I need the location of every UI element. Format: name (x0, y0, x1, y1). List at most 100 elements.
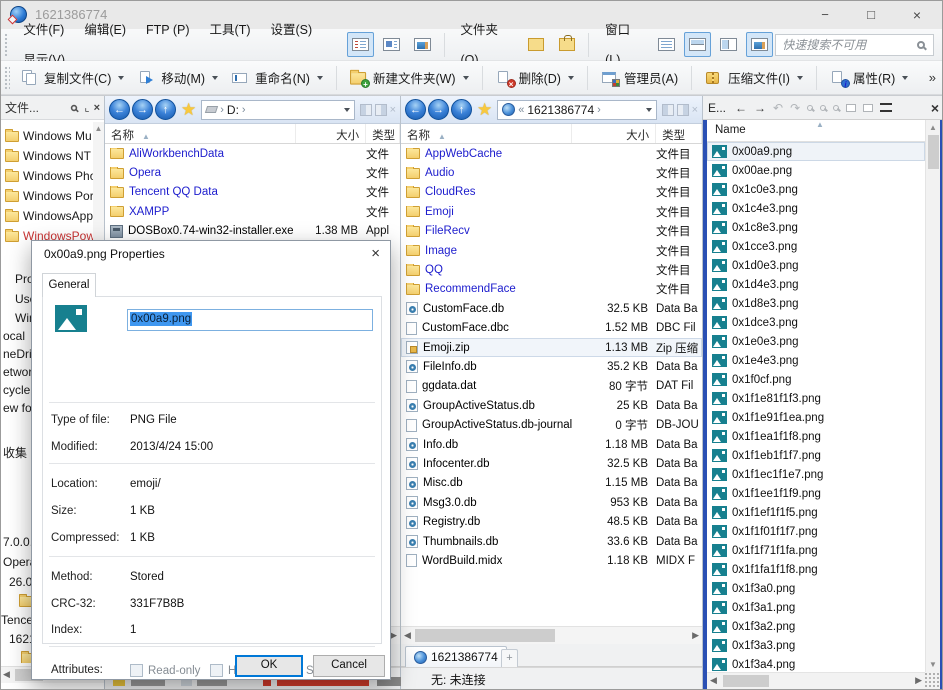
column-name[interactable]: 名称▲ (401, 124, 572, 143)
fit-window-icon[interactable] (846, 104, 856, 112)
file-row[interactable]: AppWebCache文件目 (401, 144, 702, 163)
file-row[interactable]: ggdata.dat80 字节DAT Fil (401, 377, 702, 396)
menu-icon[interactable] (880, 103, 892, 112)
menu-item-2[interactable]: FTP (P) (136, 23, 200, 37)
layout-preview-button[interactable] (746, 32, 773, 57)
image-list-item[interactable]: 0x1f1ef1f1f5.png (707, 503, 925, 522)
dropdown-arrow-icon[interactable] (463, 76, 469, 80)
close-panel-icon[interactable]: × (931, 101, 939, 115)
file-row[interactable]: Emoji文件目 (401, 202, 702, 221)
tree-item-fragment[interactable]: 收集 (3, 442, 27, 462)
image-list-item[interactable]: 0x1f1ea1f1f8.png (707, 427, 925, 446)
image-list-item[interactable]: 0x1f3a1.png (707, 598, 925, 617)
column-type[interactable]: 类型 (656, 124, 702, 143)
image-list-item[interactable]: 0x1d0e3.png (707, 256, 925, 275)
back-button[interactable]: ← (109, 99, 130, 120)
file-row[interactable]: FileRecv文件目 (401, 222, 702, 241)
image-list-item[interactable]: 0x1d4e3.png (707, 275, 925, 294)
menu-item-0[interactable]: 文件(F) (13, 23, 74, 37)
scrollbar-thumb[interactable] (415, 629, 555, 642)
file-row[interactable]: Image文件目 (401, 241, 702, 260)
toolbar-zip-button[interactable]: 压缩文件(I) (698, 65, 810, 90)
tree-item-fragment[interactable]: 7.0.0. (3, 532, 33, 552)
image-list-item[interactable]: 0x1e4e3.png (707, 351, 925, 370)
zoom-in-icon[interactable] (807, 105, 813, 111)
zoom-out-icon[interactable] (820, 105, 826, 111)
file-row[interactable]: GroupActiveStatus.db25 KBData Ba (401, 396, 702, 415)
image-list-item[interactable]: 0x1f1f01f1f7.png (707, 522, 925, 541)
file-row[interactable]: GroupActiveStatus.db-journal0 字节DB-JOU (401, 415, 702, 434)
image-list-item[interactable]: 0x1f3a0.png (707, 579, 925, 598)
up-button[interactable]: ↑ (155, 99, 176, 120)
view-details-button[interactable] (347, 32, 374, 57)
column-type[interactable]: 类型 (366, 124, 400, 143)
split-left-icon[interactable] (360, 104, 372, 116)
column-size[interactable]: 大小 (572, 124, 656, 143)
scroll-right-icon[interactable]: ▶ (915, 675, 922, 686)
pane1-path[interactable]: D: (227, 103, 239, 117)
pane2-address-bar[interactable]: « 1621386774 › (497, 100, 656, 120)
split-right-icon[interactable] (677, 104, 689, 116)
dropdown-arrow-icon[interactable] (317, 76, 323, 80)
cancel-button[interactable]: Cancel (313, 655, 385, 677)
image-list-item[interactable]: 0x1f1ee1f1f9.png (707, 484, 925, 503)
column-name[interactable]: 名称▲ (105, 124, 296, 143)
folder-lock-button[interactable] (553, 32, 580, 57)
image-list-item[interactable]: 0x1f1fa1f1f8.png (707, 560, 925, 579)
scroll-down-icon[interactable]: ▼ (926, 660, 940, 669)
address-dropdown-icon[interactable] (344, 108, 350, 112)
scroll-left-icon[interactable]: ◀ (404, 630, 411, 641)
scroll-left-icon[interactable]: ◀ (710, 675, 717, 686)
new-tab-button[interactable]: + (501, 649, 518, 667)
toolbar-grip[interactable] (4, 33, 9, 57)
image-list-item[interactable]: 0x1f3a2.png (707, 617, 925, 636)
image-list-item[interactable]: 0x1f1e81f1f3.png (707, 389, 925, 408)
image-list-item[interactable]: 0x1f1e91f1ea.png (707, 408, 925, 427)
layout-split-top-button[interactable] (684, 32, 711, 57)
image-list-item[interactable]: 0x1f3a3.png (707, 636, 925, 655)
file-row[interactable]: Info.db1.18 MBData Ba (401, 435, 702, 454)
scroll-right-icon[interactable]: ▶ (390, 630, 397, 641)
full-size-icon[interactable] (863, 104, 873, 112)
preview-horizontal-scrollbar[interactable]: ◀ ▶ (707, 672, 925, 689)
folder-copy-button[interactable] (522, 32, 549, 57)
quick-search-input[interactable]: 快速搜索不可用 (775, 34, 934, 56)
file-row[interactable]: Emoji.zip1.13 MBZip 压缩 (401, 338, 702, 357)
image-list-item[interactable]: 0x1dce3.png (707, 313, 925, 332)
ok-button[interactable]: OK (235, 655, 303, 677)
toolbar-delete-button[interactable]: ×删除(D) (489, 65, 581, 90)
file-row[interactable]: DOSBox0.74-win32-installer.exe1.38 MBApp… (105, 222, 400, 241)
scroll-left-icon[interactable]: ◀ (3, 669, 10, 680)
scrollbar-thumb[interactable] (928, 135, 939, 169)
filename-input[interactable]: 0x00a9.png (127, 309, 373, 331)
menu-item-4[interactable]: 设置(S) (261, 23, 323, 37)
tree-search-icon[interactable] (71, 104, 77, 110)
tree-item-fragment[interactable]: 26.0 (9, 572, 32, 592)
zoom-reset-icon[interactable] (833, 105, 839, 111)
column-size[interactable]: 大小 (296, 124, 366, 143)
tree-item[interactable]: Windows Pho (5, 166, 93, 186)
minimize-button[interactable]: − (802, 1, 848, 29)
back-button[interactable]: ← (405, 99, 426, 120)
menu-item-3[interactable]: 工具(T) (200, 23, 261, 37)
resize-grip[interactable] (925, 672, 940, 689)
layout-split-left-button[interactable] (715, 32, 742, 57)
tree-item-fragment[interactable]: ew fol (3, 398, 34, 418)
pane-close-icon[interactable]: × (692, 104, 698, 116)
up-button[interactable]: ↑ (451, 99, 472, 120)
scroll-up-icon[interactable]: ▲ (926, 123, 940, 132)
file-row[interactable]: RecommendFace文件目 (401, 280, 702, 299)
file-row[interactable]: CustomFace.dbc1.52 MBDBC Fil (401, 319, 702, 338)
close-button[interactable]: × (894, 1, 940, 29)
forward-icon[interactable]: → (754, 102, 766, 114)
tree-item-fragment[interactable]: Tence (1, 610, 33, 630)
favorites-star-icon[interactable]: ★ (477, 100, 492, 120)
toolbar-admin-button[interactable]: 管理员(A) (594, 65, 685, 90)
address-dropdown-icon[interactable] (646, 108, 652, 112)
maximize-button[interactable]: □ (848, 1, 894, 29)
file-row[interactable]: QQ文件目 (401, 260, 702, 279)
file-row[interactable]: CloudRes文件目 (401, 183, 702, 202)
preview-vertical-scrollbar[interactable]: ▲ ▼ (925, 120, 940, 672)
toolbar-move-button[interactable]: 移动(M) (131, 65, 225, 90)
toolbar-overflow-chevron[interactable]: » (929, 70, 936, 85)
